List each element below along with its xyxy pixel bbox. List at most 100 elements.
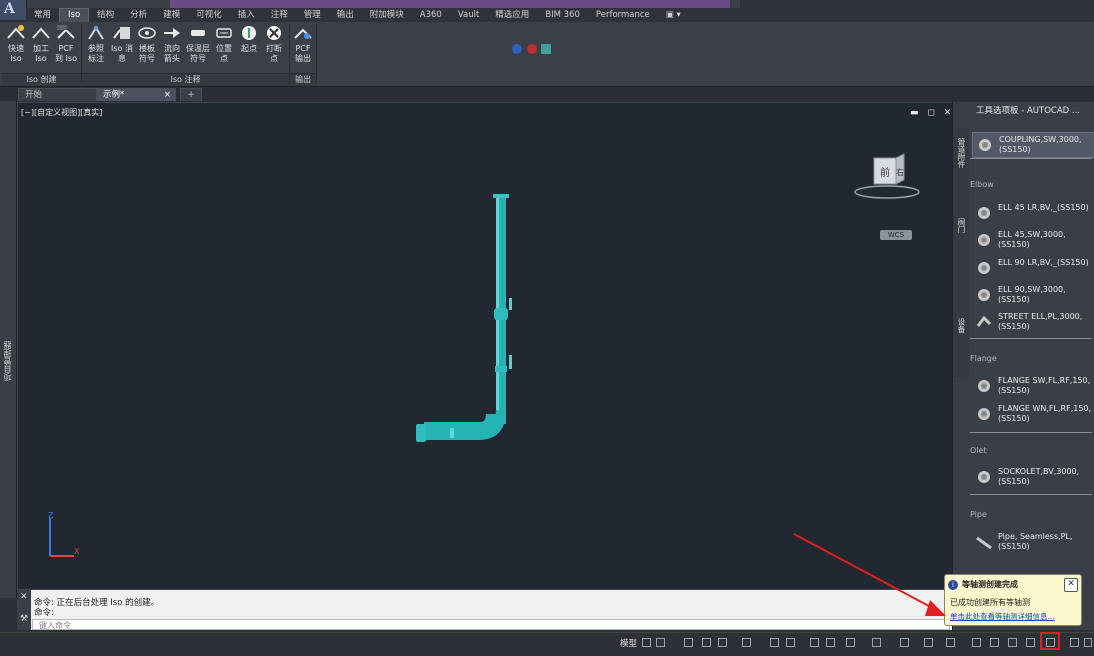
transparency-icon[interactable] xyxy=(826,638,835,647)
palette-item[interactable]: ELL 45,SW,3000,(SS150) xyxy=(972,228,1094,252)
pcf-export-button[interactable]: PCF 输出 xyxy=(291,24,315,64)
ribbon-tab[interactable]: 分析 xyxy=(122,8,155,22)
viewcube-front[interactable]: 前 xyxy=(880,166,890,179)
gear-icon[interactable] xyxy=(946,638,955,647)
ribbon-tab[interactable]: 注释 xyxy=(263,8,296,22)
fullscreen-icon[interactable] xyxy=(1070,638,1079,647)
palette-tab[interactable]: 阀门 xyxy=(955,218,967,233)
pcf-to-iso-label: PCF 到 Iso xyxy=(55,44,77,63)
ribbon-tab[interactable]: Vault xyxy=(450,8,487,22)
isodraft-icon[interactable] xyxy=(718,638,727,647)
pipe-model[interactable] xyxy=(410,190,530,450)
model-space-button[interactable]: 模型 xyxy=(620,637,637,649)
ribbon-tab[interactable]: BIM 360 xyxy=(537,8,588,22)
ribbon-tab-options-icon[interactable]: ▣ ▾ xyxy=(658,8,689,22)
snap-icon[interactable] xyxy=(656,638,665,647)
workspace-icon[interactable] xyxy=(786,638,795,647)
pcf-to-iso-button[interactable]: PCF 到 Iso xyxy=(54,24,78,64)
palette-item[interactable]: STREET ELL,PL,3000,(SS150) xyxy=(972,310,1094,334)
customization-menu-icon[interactable] xyxy=(1084,638,1092,647)
isolate-objects-icon[interactable] xyxy=(1008,638,1017,647)
balloon-close-button[interactable]: ✕ xyxy=(1064,578,1078,592)
location-point-button[interactable]: 位置 点 xyxy=(212,24,236,64)
selection-cycling-icon[interactable] xyxy=(846,638,855,647)
lock-icon[interactable] xyxy=(924,638,933,647)
ribbon-tab[interactable]: 常用 xyxy=(26,8,59,22)
reference-dimension-button[interactable]: 参照 标注 xyxy=(84,24,108,64)
palette-item[interactable]: ELL 45 LR,BV,_(SS150) xyxy=(972,201,1094,225)
close-icon[interactable]: ✕ xyxy=(20,592,28,602)
osnap-icon[interactable] xyxy=(742,638,751,647)
quick-iso-button[interactable]: 快速 Iso xyxy=(4,24,28,64)
ribbon-tab[interactable]: 精选应用 xyxy=(487,8,537,22)
ribbon-tab[interactable]: 可视化 xyxy=(188,8,230,22)
lineweight-icon[interactable] xyxy=(810,638,819,647)
workspace-icons[interactable] xyxy=(510,42,560,56)
ribbon-tab[interactable]: 输出 xyxy=(329,8,362,22)
floor-symbol-button[interactable]: 楼板 符号 xyxy=(135,24,159,64)
wcs-menu[interactable]: WCS xyxy=(880,230,912,240)
sockolet-icon xyxy=(978,471,990,483)
viewport-window-controls[interactable]: ▬ ◻ ✕ xyxy=(910,108,954,118)
ribbon-tab[interactable]: 管理 xyxy=(296,8,329,22)
doc-tab-example-label: 示例* xyxy=(103,90,125,100)
flow-arrow-icon xyxy=(164,28,180,38)
palette-item[interactable]: FLANGE SW,FL,RF,150,(SS150) xyxy=(972,374,1094,398)
palette-item[interactable]: ELL 90,SW,3000,(SS150) xyxy=(972,283,1094,307)
hardware-acceleration-icon[interactable] xyxy=(990,638,999,647)
svg-text:X: X xyxy=(74,547,80,556)
palette-tab[interactable]: 设备 xyxy=(955,318,967,333)
title-bar-tools xyxy=(740,0,1094,8)
wrench-icon[interactable]: ⚒ xyxy=(20,614,28,624)
insulation-symbol-button[interactable]: 保温层 符号 xyxy=(186,24,210,64)
ribbon-tab[interactable]: 结构 xyxy=(89,8,122,22)
doc-tab-start[interactable]: 开始 xyxy=(18,88,98,101)
command-window-handle[interactable]: ✕ ⚒ xyxy=(17,590,31,630)
close-icon[interactable]: × xyxy=(164,89,171,101)
command-history-line: 命令: xyxy=(34,608,54,618)
application-menu-button[interactable]: A xyxy=(0,0,27,20)
ribbon-tab[interactable]: 建模 xyxy=(155,8,188,22)
ribbon-tab[interactable]: 附加模块 xyxy=(362,8,412,22)
palette-item[interactable]: ELL 90 LR,BV,_(SS150) xyxy=(972,256,1094,280)
clean-screen-icon[interactable] xyxy=(1026,638,1035,647)
app-logo-icon: A xyxy=(4,1,15,17)
plus-icon[interactable] xyxy=(972,638,981,647)
project-manager-strip[interactable]: 项目管理器 xyxy=(0,101,17,598)
ribbon-separator xyxy=(316,24,317,84)
iso-message-icon xyxy=(113,27,130,39)
break-point-button[interactable]: 打断 点 xyxy=(262,24,286,64)
pcf-export-icon xyxy=(294,28,312,39)
flow-arrow-button[interactable]: 流向 箭头 xyxy=(160,24,184,64)
ribbon-tab[interactable]: Performance xyxy=(588,8,658,22)
viewport-label[interactable]: [−][自定义视图][真实] xyxy=(21,107,102,118)
iso-message-button[interactable]: Iso 消息 xyxy=(110,24,134,64)
viewcube-right[interactable]: 右 xyxy=(896,167,904,177)
palette-item[interactable]: FLANGE WN,FL,RF,150,(SS150) xyxy=(972,402,1094,426)
units-icon[interactable] xyxy=(872,638,881,647)
production-iso-button[interactable]: 加工 Iso xyxy=(29,24,53,64)
street-elbow-icon xyxy=(976,315,992,327)
ribbon-tab[interactable]: A360 xyxy=(412,8,450,22)
reference-dimension-icon xyxy=(88,26,104,40)
quick-properties-icon[interactable] xyxy=(900,638,909,647)
break-point-icon xyxy=(267,26,281,40)
palette-item[interactable]: SOCKOLET,BV,3000,(SS150) xyxy=(972,465,1094,489)
tool-palette-title[interactable]: 工具选项板 - AUTOCAD ... xyxy=(968,104,1094,118)
annotation-scale-icon[interactable] xyxy=(770,638,779,647)
new-tab-button[interactable]: + xyxy=(180,88,202,101)
palette-tab[interactable]: 管道附件 xyxy=(955,138,967,168)
viewcube[interactable]: 前 右 xyxy=(852,152,922,202)
polar-icon[interactable] xyxy=(702,638,711,647)
ribbon-tab-iso[interactable]: Iso xyxy=(59,8,90,22)
production-iso-icon xyxy=(32,27,50,39)
grid-icon[interactable] xyxy=(642,638,651,647)
command-input[interactable]: 键入命令 xyxy=(32,619,950,630)
doc-tab-example[interactable]: 示例* × xyxy=(96,88,176,101)
balloon-details-link[interactable]: 单击此处查看等轴测详细信息... xyxy=(950,611,1055,622)
palette-item[interactable]: Pipe, Seamless,PL,(SS150) xyxy=(972,530,1094,554)
ribbon-tab[interactable]: 插入 xyxy=(230,8,263,22)
start-point-button[interactable]: 起点 xyxy=(237,24,261,54)
palette-item[interactable]: COUPLING,SW,3000,(SS150) xyxy=(972,132,1094,158)
ortho-icon[interactable] xyxy=(684,638,693,647)
